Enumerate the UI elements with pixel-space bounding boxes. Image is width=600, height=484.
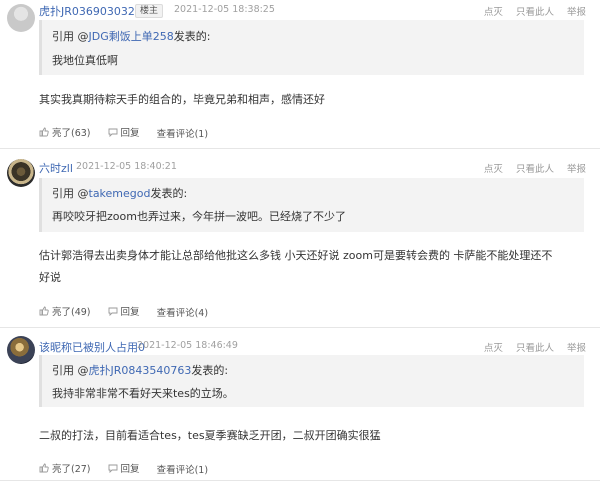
post-time: 2021-12-05 18:40:21 bbox=[76, 161, 177, 172]
view-comments-button[interactable]: 查看评论(1) bbox=[157, 462, 208, 476]
quote-prefix: 引用 @ bbox=[52, 30, 89, 43]
like-action[interactable]: 点灭 bbox=[484, 343, 503, 354]
thumb-up-icon bbox=[39, 463, 49, 473]
reply-button[interactable]: 回复 bbox=[108, 304, 140, 318]
post-divider bbox=[0, 480, 600, 481]
only-this-user-action[interactable]: 只看此人 bbox=[516, 164, 554, 175]
username-link[interactable]: 六时zll bbox=[39, 160, 73, 176]
report-action[interactable]: 举报 bbox=[567, 164, 586, 175]
thumb-up-icon bbox=[39, 127, 49, 137]
like-button[interactable]: 亮了(49) bbox=[39, 304, 91, 318]
post-content: 估计郭浩得去出卖身体才能让总部给他批这么多钱 小天还好说 zoom可是要转会费的… bbox=[39, 249, 553, 284]
quote-header: 引用 @takemegod发表的: bbox=[52, 185, 187, 201]
post-time: 2021-12-05 18:46:49 bbox=[137, 340, 238, 351]
reply-label: 回复 bbox=[120, 128, 140, 139]
reply-icon bbox=[108, 464, 117, 473]
avatar[interactable] bbox=[7, 159, 35, 187]
quote-suffix: 发表的: bbox=[191, 364, 229, 377]
post-divider bbox=[0, 148, 600, 149]
only-this-user-action[interactable]: 只看此人 bbox=[516, 343, 554, 354]
reply-label: 回复 bbox=[120, 307, 140, 318]
thumb-up-icon bbox=[39, 306, 49, 316]
like-count: 亮了(27) bbox=[52, 464, 91, 475]
quote-text: 再咬咬牙把zoom也弄过来，今年拼一波吧。已经烧了不少了 bbox=[52, 210, 346, 223]
post-content: 其实我真期待粽天手的组合的，毕竟兄弟和相声，感情还好 bbox=[39, 93, 325, 106]
post-time: 2021-12-05 18:38:25 bbox=[174, 4, 275, 15]
like-action[interactable]: 点灭 bbox=[484, 7, 503, 18]
quote-header: 引用 @JDG剩饭上单258发表的: bbox=[52, 28, 210, 44]
view-comments-button[interactable]: 查看评论(1) bbox=[157, 126, 208, 140]
like-count: 亮了(49) bbox=[52, 307, 91, 318]
quote-prefix: 引用 @ bbox=[52, 187, 89, 200]
reply-icon bbox=[108, 307, 117, 316]
view-comments-button[interactable]: 查看评论(4) bbox=[157, 305, 208, 319]
only-this-user-action[interactable]: 只看此人 bbox=[516, 7, 554, 18]
username-link[interactable]: 该昵称已被别人占用0 bbox=[39, 339, 145, 355]
post-actions: 点灭 只看此人 举报 bbox=[474, 340, 586, 354]
quote-user-link[interactable]: JDG剩饭上单258 bbox=[89, 30, 174, 43]
view-comments-label: 查看评论(1) bbox=[156, 129, 209, 140]
post-actions: 点灭 只看此人 举报 bbox=[474, 4, 586, 18]
quote-user-link[interactable]: 虎扑JR0843540763 bbox=[89, 364, 192, 377]
like-button[interactable]: 亮了(63) bbox=[39, 125, 91, 139]
quote-block: 引用 @虎扑JR0843540763发表的: 我持非常非常不看好天来tes的立场… bbox=[39, 355, 584, 407]
quote-user-link[interactable]: takemegod bbox=[89, 187, 151, 200]
quote-text: 我持非常非常不看好天来tes的立场。 bbox=[52, 387, 234, 400]
quote-block: 引用 @takemegod发表的: 再咬咬牙把zoom也弄过来，今年拼一波吧。已… bbox=[39, 178, 584, 232]
view-comments-label: 查看评论(1) bbox=[156, 465, 209, 476]
quote-text: 我地位真低啊 bbox=[52, 54, 118, 67]
report-action[interactable]: 举报 bbox=[567, 343, 586, 354]
post-actions: 点灭 只看此人 举报 bbox=[474, 161, 586, 175]
view-comments-label: 查看评论(4) bbox=[156, 308, 209, 319]
avatar[interactable] bbox=[7, 4, 35, 32]
quote-suffix: 发表的: bbox=[150, 187, 188, 200]
post-footer: 亮了(63) 回复 查看评论(1) bbox=[39, 125, 222, 140]
reply-button[interactable]: 回复 bbox=[108, 461, 140, 475]
post-footer: 亮了(49) 回复 查看评论(4) bbox=[39, 304, 222, 319]
quote-block: 引用 @JDG剩饭上单258发表的: 我地位真低啊 bbox=[39, 20, 584, 75]
post-divider bbox=[0, 327, 600, 328]
reply-button[interactable]: 回复 bbox=[108, 125, 140, 139]
report-action[interactable]: 举报 bbox=[567, 7, 586, 18]
reply-label: 回复 bbox=[120, 464, 140, 475]
op-badge: 楼主 bbox=[135, 4, 164, 18]
like-count: 亮了(63) bbox=[52, 128, 91, 139]
avatar[interactable] bbox=[7, 336, 35, 364]
quote-suffix: 发表的: bbox=[173, 30, 211, 43]
reply-icon bbox=[108, 128, 117, 137]
post-content: 二叔的打法，目前看适合tes，tes夏季赛缺乏开团，二叔开团确实很猛 bbox=[39, 429, 381, 442]
quote-prefix: 引用 @ bbox=[52, 364, 89, 377]
username-link[interactable]: 虎扑JR0369030326 bbox=[39, 3, 142, 19]
post-footer: 亮了(27) 回复 查看评论(1) bbox=[39, 461, 222, 476]
like-button[interactable]: 亮了(27) bbox=[39, 461, 91, 475]
like-action[interactable]: 点灭 bbox=[484, 164, 503, 175]
quote-header: 引用 @虎扑JR0843540763发表的: bbox=[52, 362, 228, 378]
